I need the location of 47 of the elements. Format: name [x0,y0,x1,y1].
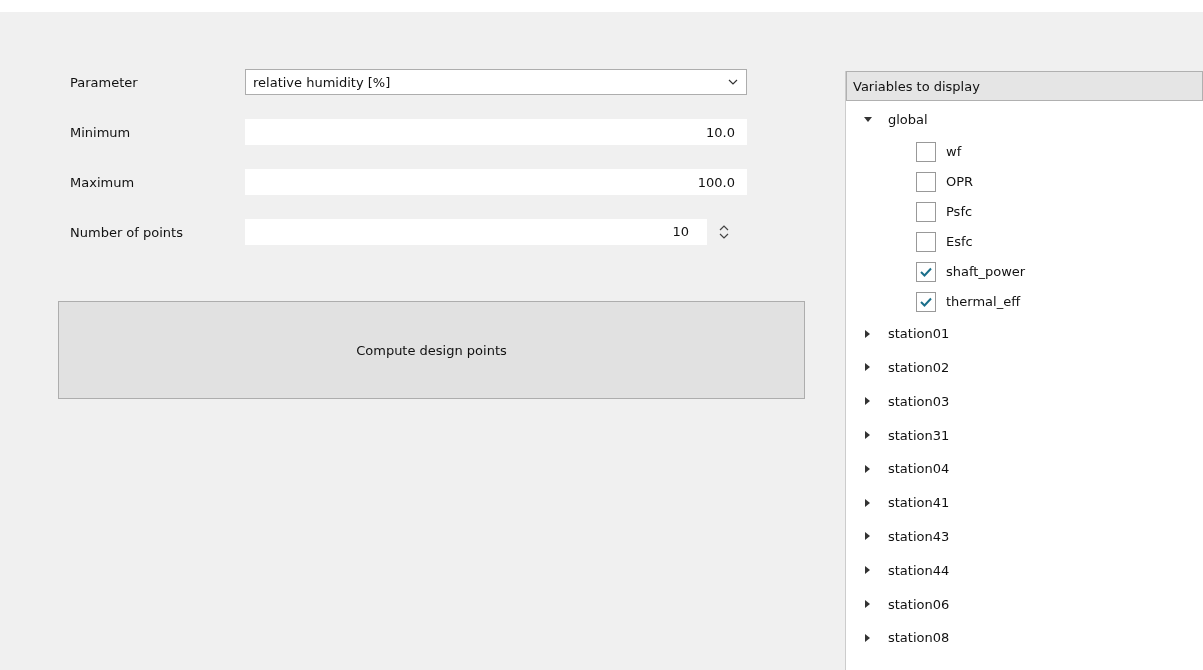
checkbox[interactable] [916,141,936,162]
expand-triangle-icon[interactable] [864,600,872,609]
chevron-down-icon [728,79,738,85]
checkbox-label: Psfc [946,204,973,220]
expand-triangle-icon[interactable] [864,498,872,507]
tree-item[interactable]: station44 [888,562,950,578]
checkbox[interactable] [916,171,936,192]
checkbox-label: shaft_power [946,264,1026,280]
checkbox-label: Esfc [946,234,973,250]
tree-item[interactable]: station01 [888,326,950,342]
tree-item[interactable]: station06 [888,596,950,612]
tree-item[interactable]: station04 [888,461,950,477]
expand-triangle-icon[interactable] [864,532,872,541]
expand-triangle-icon[interactable] [864,633,872,642]
expand-triangle-icon[interactable] [864,431,872,440]
checkbox[interactable] [916,231,936,252]
checkbox[interactable] [916,291,936,312]
number-field[interactable]: 100.0 [245,169,747,195]
tree-item[interactable]: station02 [888,360,950,375]
checkbox[interactable] [916,201,936,222]
tree-item[interactable]: station08 [888,630,950,646]
up-down-arrows-icon [719,224,729,240]
collapse-triangle-icon[interactable] [864,115,872,124]
expand-triangle-icon[interactable] [864,363,872,372]
tree-item[interactable]: station31 [888,427,950,443]
checkmark-icon [920,266,932,277]
tree-item[interactable]: station43 [888,528,950,544]
tree-item[interactable]: station41 [888,495,950,511]
expand-triangle-icon[interactable] [864,464,872,473]
tree-item[interactable]: global [888,112,928,128]
tree-item[interactable]: station03 [888,393,950,409]
checkbox[interactable] [916,261,936,282]
expand-triangle-icon[interactable] [864,566,872,575]
field-label: Number of points [70,224,184,240]
parameter-dropdown[interactable]: relative humidity [%] [245,69,747,95]
field-label: Parameter [70,74,139,90]
checkmark-icon [920,296,932,307]
expand-triangle-icon[interactable] [864,397,872,406]
expand-triangle-icon[interactable] [864,329,872,338]
checkbox-label: wf [946,144,962,160]
compute-button[interactable]: Compute design points [58,301,805,399]
number-field[interactable]: 10.0 [245,119,747,145]
column-header: Variables to display [846,71,1203,101]
field-label: Minimum [70,124,132,140]
checkbox-label: thermal_eff [946,294,1021,310]
field-label: Maximum [70,174,136,190]
checkbox-label: OPR [946,174,974,190]
